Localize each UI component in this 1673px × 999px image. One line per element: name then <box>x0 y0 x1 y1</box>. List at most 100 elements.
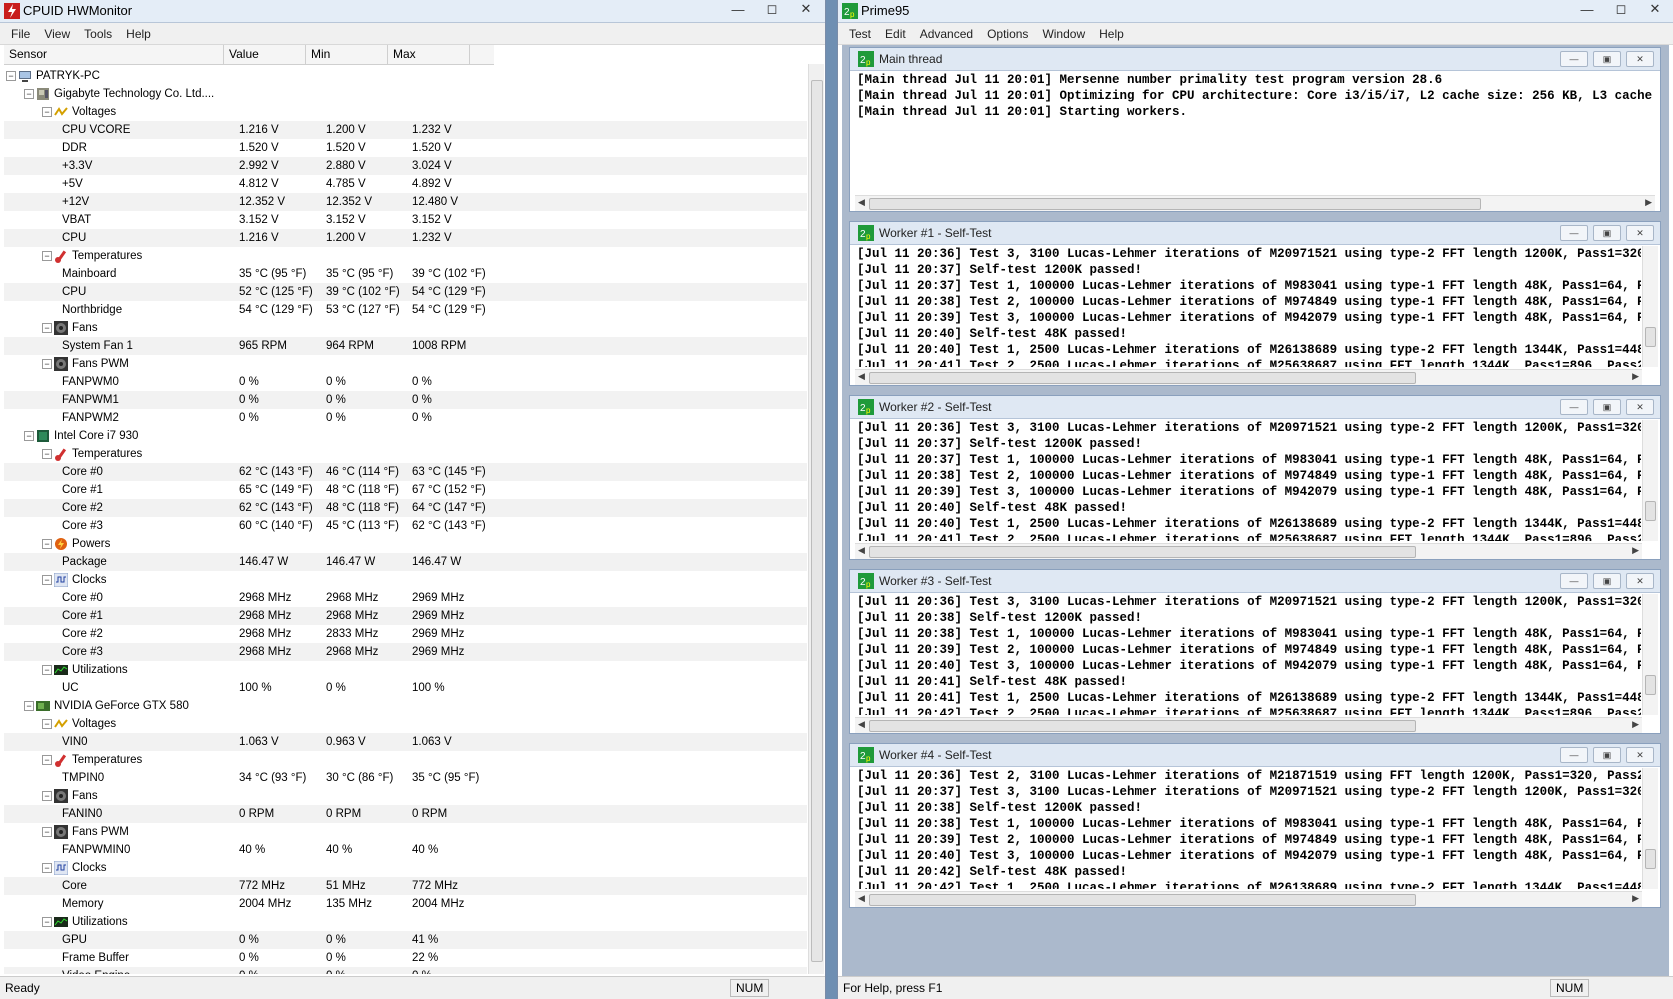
collapse-toggle[interactable]: − <box>42 575 52 585</box>
scroll-left-arrow[interactable]: ◀ <box>858 719 865 730</box>
child-close-button[interactable]: ✕ <box>1626 747 1654 763</box>
sensor-group-row[interactable]: − PATRYK-PC <box>4 67 807 85</box>
collapse-toggle[interactable]: − <box>42 719 52 729</box>
sensor-group-row[interactable]: − Clocks <box>4 571 807 589</box>
scroll-right-arrow[interactable]: ▶ <box>1632 719 1639 730</box>
log-vertical-scrollbar[interactable] <box>1642 594 1658 715</box>
maximize-button[interactable]: ◻ <box>1604 0 1638 18</box>
sensor-group-row[interactable]: − Fans PWM <box>4 823 807 841</box>
scroll-left-arrow[interactable]: ◀ <box>858 197 865 208</box>
child-restore-button[interactable]: ▣ <box>1593 51 1621 67</box>
child-titlebar[interactable]: 2 p Main thread — ▣ ✕ <box>850 48 1660 71</box>
sensor-row[interactable]: VBAT 3.152 V 3.152 V 3.152 V <box>4 211 807 229</box>
scroll-left-arrow[interactable]: ◀ <box>858 545 865 556</box>
sensor-row[interactable]: Northbridge 54 °C (129 °F) 53 °C (127 °F) 5… <box>4 301 807 319</box>
sensor-group-row[interactable]: − Voltages <box>4 103 807 121</box>
child-close-button[interactable]: ✕ <box>1626 573 1654 589</box>
sensor-row[interactable]: Mainboard 35 °C (95 °F) 35 °C (95 °F) 39 °C… <box>4 265 807 283</box>
sensor-row[interactable]: Core #0 2968 MHz 2968 MHz 2969 MHz <box>4 589 807 607</box>
sensor-row[interactable]: Core #0 62 °C (143 °F) 46 °C (114 °F) 63 °C… <box>4 463 807 481</box>
collapse-toggle[interactable]: − <box>24 89 34 99</box>
column-value[interactable]: Value <box>224 45 306 64</box>
sensor-row[interactable]: Core #1 2968 MHz 2968 MHz 2969 MHz <box>4 607 807 625</box>
log-output[interactable]: [Jul 11 20:36] Test 3, 3100 Lucas-Lehmer… <box>857 420 1641 541</box>
sensor-row[interactable]: +12V 12.352 V 12.352 V 12.480 V <box>4 193 807 211</box>
scroll-thumb[interactable] <box>869 720 1416 732</box>
sensor-row[interactable]: VIN0 1.063 V 0.963 V 1.063 V <box>4 733 807 751</box>
collapse-toggle[interactable]: − <box>42 323 52 333</box>
menu-options[interactable]: Options <box>980 27 1035 41</box>
sensor-row[interactable]: Core #2 2968 MHz 2833 MHz 2969 MHz <box>4 625 807 643</box>
child-minimize-button[interactable]: — <box>1560 573 1588 589</box>
collapse-toggle[interactable]: − <box>42 827 52 837</box>
sensor-group-row[interactable]: − Powers <box>4 535 807 553</box>
hwmonitor-titlebar[interactable]: CPUID HWMonitor — ◻ ✕ <box>0 0 825 23</box>
menu-advanced[interactable]: Advanced <box>913 27 980 41</box>
child-minimize-button[interactable]: — <box>1560 51 1588 67</box>
minimize-button[interactable]: — <box>721 0 755 18</box>
scroll-right-arrow[interactable]: ▶ <box>1632 371 1639 382</box>
log-output[interactable]: [Jul 11 20:36] Test 3, 3100 Lucas-Lehmer… <box>857 594 1641 715</box>
sensor-group-row[interactable]: − Fans <box>4 319 807 337</box>
scroll-thumb[interactable] <box>869 198 1481 210</box>
worker-window[interactable]: 2 p Worker #3 - Self-Test — ▣ ✕ [Jul 11 20:36]… <box>849 569 1661 734</box>
worker-window[interactable]: 2 p Worker #1 - Self-Test — ▣ ✕ [Jul 11 20:36]… <box>849 221 1661 386</box>
close-button[interactable]: ✕ <box>789 0 823 18</box>
scroll-left-arrow[interactable]: ◀ <box>858 371 865 382</box>
sensor-row[interactable]: CPU 52 °C (125 °F) 39 °C (102 °F) 54 °C (12… <box>4 283 807 301</box>
sensor-row[interactable]: CPU VCORE 1.216 V 1.200 V 1.232 V <box>4 121 807 139</box>
menu-edit[interactable]: Edit <box>878 27 913 41</box>
sensor-row[interactable]: GPU 0 % 0 % 41 % <box>4 931 807 949</box>
menu-window[interactable]: Window <box>1035 27 1092 41</box>
sensor-row[interactable]: +3.3V 2.992 V 2.880 V 3.024 V <box>4 157 807 175</box>
scroll-right-arrow[interactable]: ▶ <box>1632 545 1639 556</box>
child-restore-button[interactable]: ▣ <box>1593 573 1621 589</box>
child-close-button[interactable]: ✕ <box>1626 399 1654 415</box>
sensor-row[interactable]: Video Engine 0 % 0 % 0 % <box>4 967 807 974</box>
sensor-group-row[interactable]: − Voltages <box>4 715 807 733</box>
scroll-thumb[interactable] <box>869 372 1416 384</box>
sensor-row[interactable]: FANPWM2 0 % 0 % 0 % <box>4 409 807 427</box>
sensor-row[interactable]: FANPWM1 0 % 0 % 0 % <box>4 391 807 409</box>
collapse-toggle[interactable]: − <box>42 251 52 261</box>
sensor-row[interactable]: Core 772 MHz 51 MHz 772 MHz <box>4 877 807 895</box>
menu-help[interactable]: Help <box>1092 27 1131 41</box>
sensor-row[interactable]: CPU 1.216 V 1.200 V 1.232 V <box>4 229 807 247</box>
main-thread-window[interactable]: 2 p Main thread — ▣ ✕ [Main thread Jul 11 20:0… <box>849 47 1661 212</box>
sensor-row[interactable]: Core #3 2968 MHz 2968 MHz 2969 MHz <box>4 643 807 661</box>
sensor-row[interactable]: FANPWMIN0 40 % 40 % 40 % <box>4 841 807 859</box>
child-minimize-button[interactable]: — <box>1560 225 1588 241</box>
log-vertical-scrollbar[interactable] <box>1642 420 1658 541</box>
collapse-toggle[interactable]: − <box>42 665 52 675</box>
sensor-group-row[interactable]: − Temperatures <box>4 247 807 265</box>
worker-window[interactable]: 2 p Worker #2 - Self-Test — ▣ ✕ [Jul 11 20:36]… <box>849 395 1661 560</box>
log-horizontal-scrollbar[interactable]: ◀ ▶ <box>855 717 1642 733</box>
child-minimize-button[interactable]: — <box>1560 747 1588 763</box>
sensor-group-row[interactable]: − Utilizations <box>4 661 807 679</box>
log-vertical-scrollbar[interactable] <box>1642 768 1658 889</box>
log-vertical-scrollbar[interactable] <box>1642 246 1658 367</box>
sensor-group-row[interactable]: − Utilizations <box>4 913 807 931</box>
child-restore-button[interactable]: ▣ <box>1593 225 1621 241</box>
log-horizontal-scrollbar[interactable]: ◀ ▶ <box>855 195 1655 211</box>
prime95-titlebar[interactable]: 2p Prime95 — ◻ ✕ <box>838 0 1673 23</box>
log-output[interactable]: [Main thread Jul 11 20:01] Mersenne numb… <box>857 72 1653 193</box>
collapse-toggle[interactable]: − <box>42 539 52 549</box>
log-horizontal-scrollbar[interactable]: ◀ ▶ <box>855 891 1642 907</box>
scroll-right-arrow[interactable]: ▶ <box>1632 893 1639 904</box>
child-restore-button[interactable]: ▣ <box>1593 747 1621 763</box>
menu-file[interactable]: File <box>4 27 37 41</box>
sensor-group-row[interactable]: − Clocks <box>4 859 807 877</box>
child-close-button[interactable]: ✕ <box>1626 51 1654 67</box>
collapse-toggle[interactable]: − <box>42 917 52 927</box>
child-titlebar[interactable]: 2 p Worker #2 - Self-Test — ▣ ✕ <box>850 396 1660 419</box>
menu-help[interactable]: Help <box>119 27 158 41</box>
log-output[interactable]: [Jul 11 20:36] Test 3, 3100 Lucas-Lehmer… <box>857 246 1641 367</box>
collapse-toggle[interactable]: − <box>24 431 34 441</box>
scroll-left-arrow[interactable]: ◀ <box>858 893 865 904</box>
sensor-group-row[interactable]: − Temperatures <box>4 751 807 769</box>
sensor-row[interactable]: +5V 4.812 V 4.785 V 4.892 V <box>4 175 807 193</box>
sensor-group-row[interactable]: − Fans <box>4 787 807 805</box>
menu-view[interactable]: View <box>37 27 77 41</box>
sensor-row[interactable]: Core #3 60 °C (140 °F) 45 °C (113 °F) 62 °C… <box>4 517 807 535</box>
